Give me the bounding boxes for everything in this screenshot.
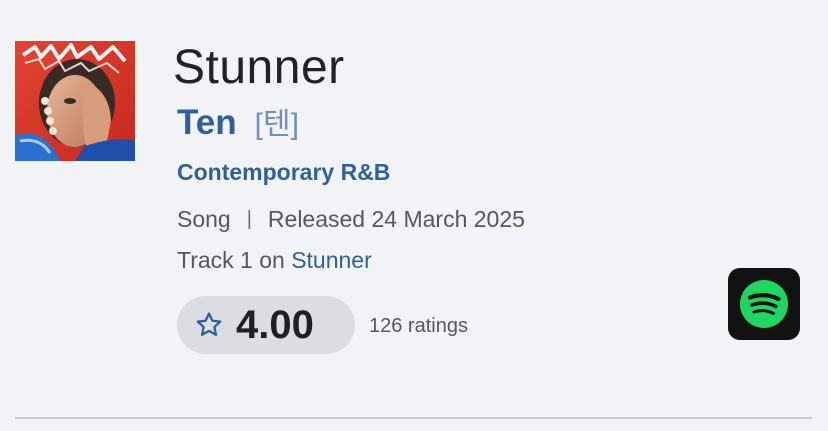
track-info: Track 1 on Stunner (177, 244, 372, 276)
song-page: Stunner Ten [텐] Contemporary R&B Song | … (0, 0, 828, 431)
rating-button[interactable]: 4.00 (177, 296, 355, 354)
meta-separator: | (246, 208, 252, 230)
album-link[interactable]: Stunner (291, 247, 372, 273)
spotify-icon (740, 280, 788, 328)
track-position: Track 1 on (177, 247, 292, 273)
rating-value: 4.00 (236, 303, 314, 347)
artist-link[interactable]: Ten (177, 101, 237, 145)
star-outline-icon (196, 312, 222, 336)
release-type: Song (177, 206, 231, 232)
ratings-count[interactable]: 126 ratings (369, 311, 468, 341)
artist-native-name: [텐] (254, 108, 299, 141)
release-date: Released 24 March 2025 (267, 206, 525, 232)
spotify-button[interactable] (728, 268, 800, 340)
artist-row: Ten [텐] (177, 101, 299, 145)
genre-link[interactable]: Contemporary R&B (177, 157, 390, 187)
song-title: Stunner (173, 41, 345, 94)
album-cover-image[interactable] (15, 41, 135, 161)
section-divider (15, 417, 812, 419)
release-info: Song | Released 24 March 2025 (177, 203, 525, 235)
